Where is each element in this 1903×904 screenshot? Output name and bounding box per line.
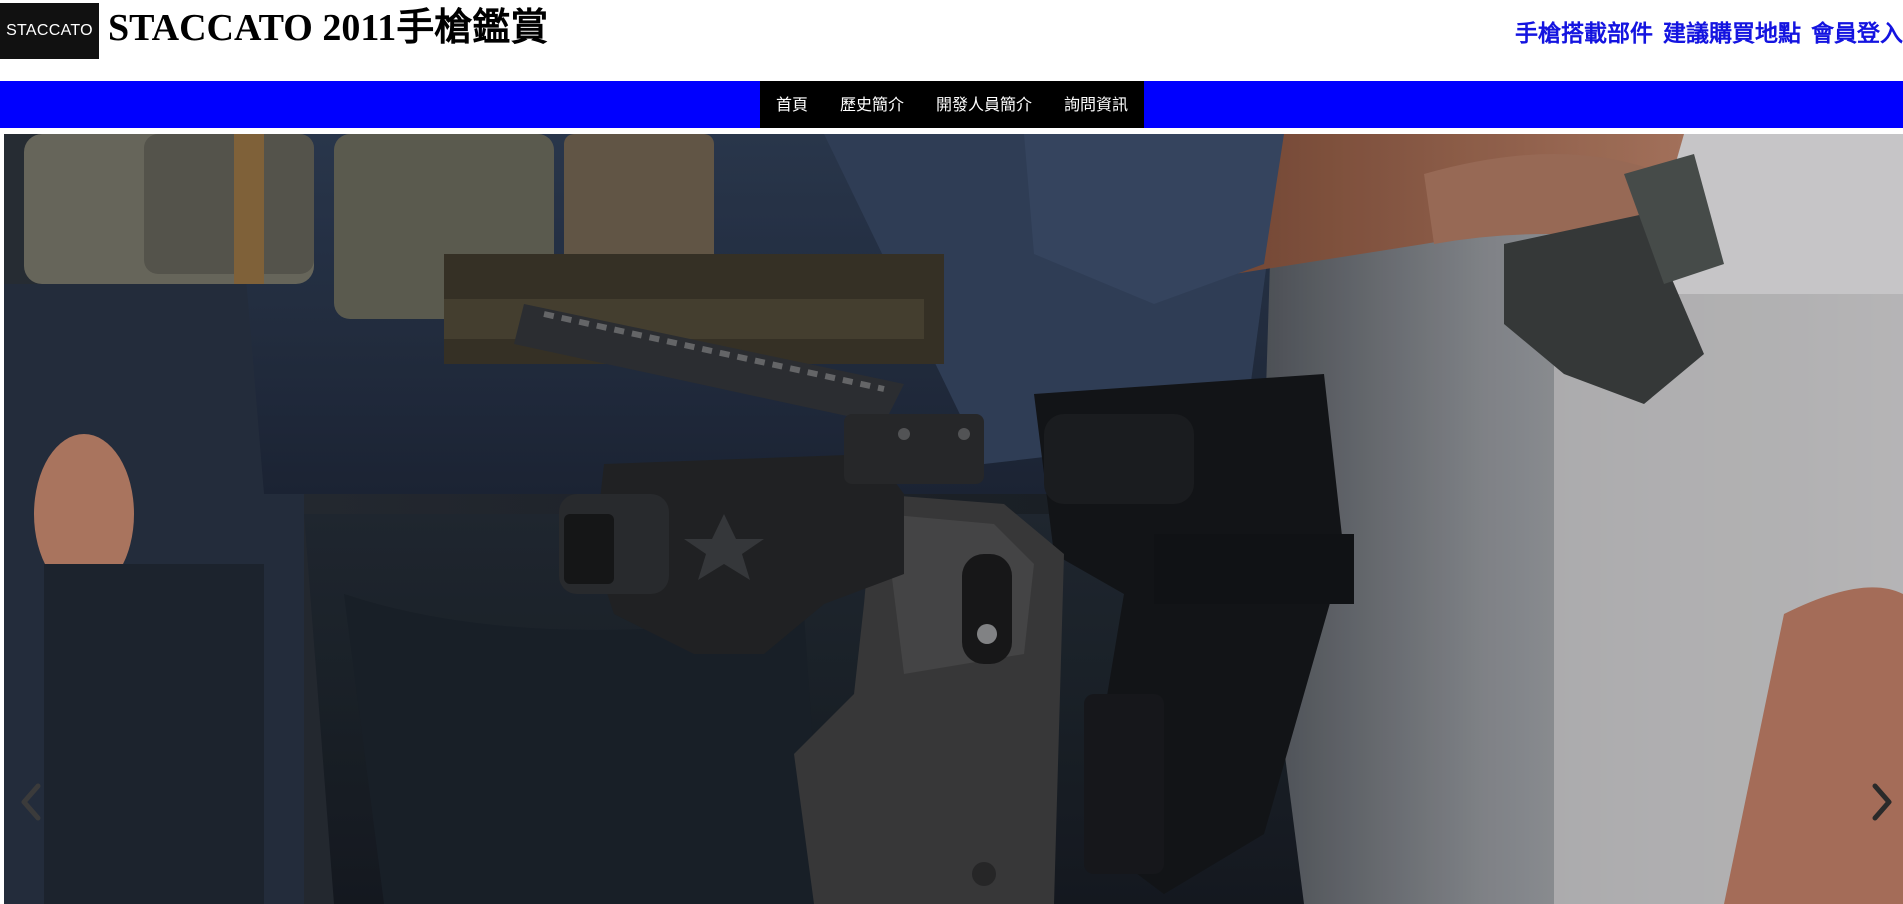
nav-bar: 首頁 歷史簡介 開發人員簡介 詢問資訊 — [0, 81, 1903, 128]
nav-item-history[interactable]: 歷史簡介 — [824, 81, 920, 128]
site-header: STACCATO STACCATO 2011手槍鑑賞 手槍搭載部件 建議購買地點… — [0, 0, 1903, 78]
logo-text: STACCATO — [6, 22, 93, 39]
chevron-right-icon — [1872, 783, 1892, 821]
nav-item-developers[interactable]: 開發人員簡介 — [920, 81, 1048, 128]
page: STACCATO STACCATO 2011手槍鑑賞 手槍搭載部件 建議購買地點… — [0, 0, 1903, 904]
carousel-slide-image — [4, 134, 1903, 904]
nav-item-home[interactable]: 首頁 — [776, 81, 824, 128]
nav-menu: 首頁 歷史簡介 開發人員簡介 詢問資訊 — [760, 81, 1145, 128]
chevron-left-icon — [21, 783, 41, 821]
carousel-next-button[interactable] — [1863, 774, 1903, 830]
link-where-to-buy[interactable]: 建議購買地點 — [1663, 14, 1801, 48]
site-title: STACCATO 2011手槍鑑賞 — [108, 7, 549, 49]
link-pistol-parts[interactable]: 手槍搭載部件 — [1515, 14, 1653, 48]
top-links: 手槍搭載部件 建議購買地點 會員登入 — [1515, 14, 1903, 48]
carousel-prev-button[interactable] — [10, 774, 50, 830]
nav-item-contact[interactable]: 詢問資訊 — [1048, 81, 1128, 128]
link-member-login[interactable]: 會員登入 — [1811, 14, 1903, 48]
image-carousel — [4, 134, 1903, 904]
staccato-logo[interactable]: STACCATO — [0, 3, 99, 59]
